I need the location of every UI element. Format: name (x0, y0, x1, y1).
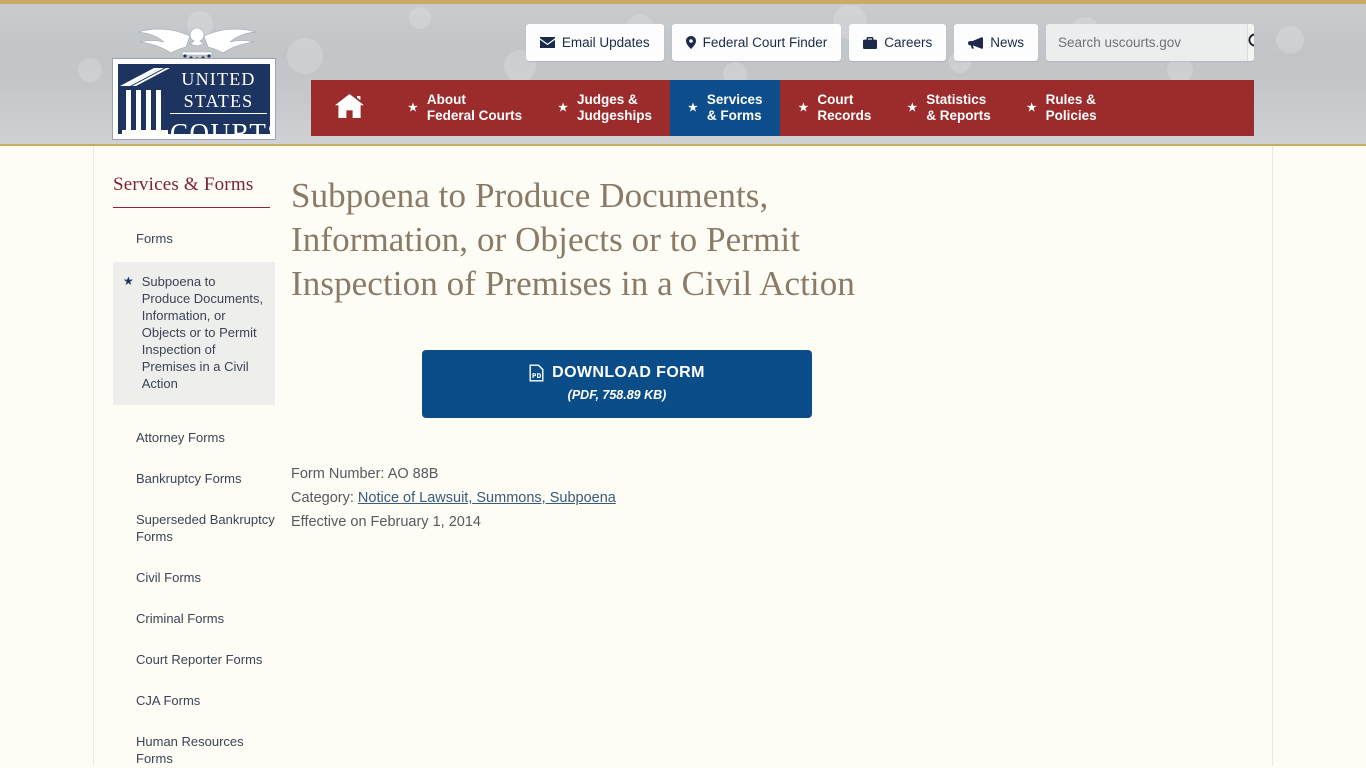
pdf-file-icon (529, 364, 544, 382)
site-logo[interactable]: UNITED STATES COURTS (112, 22, 280, 140)
main-navigation: ★ About Federal Courts ★ Judges & Judges… (311, 80, 1254, 136)
form-number-key: Form Number: (291, 466, 385, 482)
nav-item-label: Rules & Policies (1045, 92, 1097, 123)
federal-court-finder-button[interactable]: Federal Court Finder (671, 24, 842, 61)
sidebar-item-label: Subpoena to Produce Documents, Informati… (141, 274, 264, 391)
sidebar-item-active-form[interactable]: ★ Subpoena to Produce Documents, Informa… (113, 262, 275, 405)
nav-item-label: Statistics & Reports (926, 92, 991, 123)
news-button[interactable]: News (954, 24, 1038, 61)
courthouse-columns-icon (120, 68, 170, 134)
sidebar-title: Services & Forms (113, 174, 270, 208)
content-left-rule (93, 146, 94, 766)
star-icon: ★ (798, 102, 809, 114)
effective-date: Effective on February 1, 2014 (291, 514, 481, 530)
form-metadata: Form Number: AO 88B Category: Notice of … (291, 462, 951, 534)
nav-item-judges-judgeships[interactable]: ★ Judges & Judgeships (540, 80, 670, 136)
nav-item-services-forms[interactable]: ★ Services & Forms (670, 80, 781, 136)
download-form-label: DOWNLOAD FORM (552, 364, 705, 381)
nav-item-home[interactable] (311, 80, 390, 136)
form-number-row: Form Number: AO 88B (291, 462, 951, 486)
content-right-rule (1272, 146, 1273, 766)
sidebar-item-attorney-forms[interactable]: Attorney Forms (136, 429, 275, 446)
sidebar-item-human-resources-forms[interactable]: Human Resources Forms (136, 733, 275, 767)
category-link[interactable]: Notice of Lawsuit, Summons, Subpoena (358, 490, 616, 506)
star-icon: ★ (408, 102, 418, 114)
search-icon (1248, 33, 1254, 53)
content-area: Services & Forms Forms ★ Subpoena to Pro… (0, 146, 1366, 766)
download-form-button[interactable]: DOWNLOAD FORM (PDF, 758.89 KB) (422, 350, 812, 418)
nav-item-label: About Federal Courts (426, 92, 523, 123)
megaphone-icon (968, 36, 984, 49)
star-icon: ★ (558, 102, 569, 114)
nav-item-statistics-reports[interactable]: ★ Statistics & Reports (889, 80, 1008, 136)
page-title: Subpoena to Produce Documents, Informati… (291, 176, 855, 303)
federal-court-finder-label: Federal Court Finder (702, 35, 828, 50)
star-icon: ★ (907, 102, 918, 114)
logo-line-2: COURTS (170, 118, 270, 136)
download-form-sublabel: (PDF, 758.89 KB) (567, 388, 667, 402)
star-icon: ★ (123, 274, 134, 288)
search-submit-button[interactable] (1247, 24, 1254, 61)
sidebar-item-cja-forms[interactable]: CJA Forms (136, 692, 275, 709)
category-key: Category: (291, 490, 354, 506)
logo-plate: UNITED STATES COURTS (112, 58, 276, 140)
site-header: UNITED STATES COURTS Email Updates Feder… (0, 0, 1366, 146)
logo-line-1: UNITED STATES (170, 68, 267, 114)
home-icon (335, 93, 364, 123)
star-icon: ★ (688, 102, 698, 114)
category-row: Category: Notice of Lawsuit, Summons, Su… (291, 486, 951, 510)
sidebar-item-civil-forms[interactable]: Civil Forms (136, 569, 275, 586)
careers-button[interactable]: Careers (849, 24, 947, 61)
sidebar-item-criminal-forms[interactable]: Criminal Forms (136, 610, 275, 627)
nav-item-label: Court Records (817, 92, 872, 123)
sidebar-item-superseded-bankruptcy-forms[interactable]: Superseded Bankruptcy Forms (136, 511, 275, 545)
envelope-icon (539, 37, 555, 48)
nav-item-rules-policies[interactable]: ★ Rules & Policies (1009, 80, 1115, 136)
careers-label: Careers (884, 35, 933, 50)
sidebar-item-court-reporter-forms[interactable]: Court Reporter Forms (136, 651, 275, 668)
nav-item-label: Services & Forms (706, 92, 763, 123)
star-icon: ★ (1026, 102, 1037, 114)
nav-item-about-federal-courts[interactable]: ★ About Federal Courts (390, 80, 540, 136)
search-box[interactable] (1046, 24, 1254, 61)
email-updates-label: Email Updates (561, 35, 650, 50)
main-column: Subpoena to Produce Documents, Informati… (291, 174, 951, 534)
search-input[interactable] (1046, 24, 1247, 61)
form-number-value: AO 88B (387, 466, 439, 482)
utility-nav: Email Updates Federal Court Finder Caree… (525, 24, 1254, 61)
briefcase-icon (863, 36, 878, 49)
email-updates-button[interactable]: Email Updates (525, 24, 664, 61)
sidebar-item-bankruptcy-forms[interactable]: Bankruptcy Forms (136, 470, 275, 487)
sidebar: Services & Forms Forms ★ Subpoena to Pro… (113, 174, 275, 767)
nav-item-court-records[interactable]: ★ Court Records (780, 80, 889, 136)
map-pin-icon (685, 36, 696, 49)
sidebar-section-label: Forms (136, 231, 173, 246)
logo-wordmark: UNITED STATES COURTS (170, 68, 270, 136)
news-label: News (990, 35, 1024, 50)
nav-item-label: Judges & Judgeships (577, 92, 653, 123)
download-form-label-row: DOWNLOAD FORM (422, 364, 812, 382)
